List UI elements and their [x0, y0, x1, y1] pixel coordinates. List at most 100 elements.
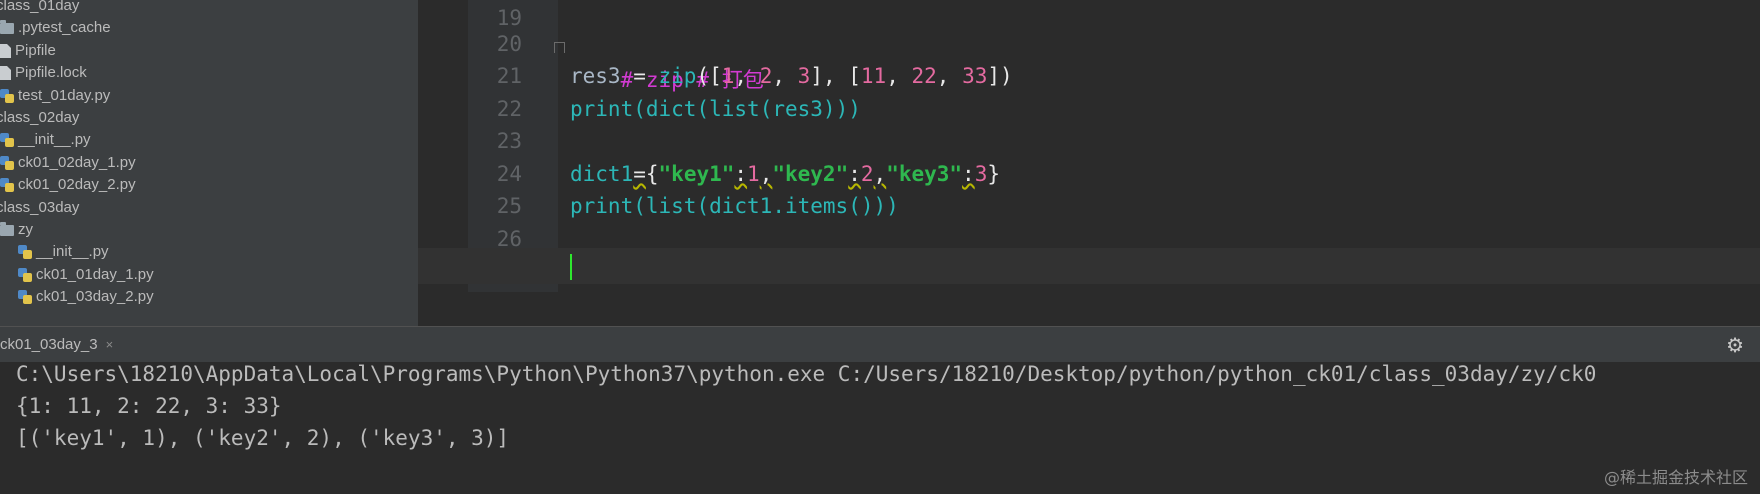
tok-var: dict1 [570, 162, 634, 186]
run-tab-label: ck01_03day_3 [0, 336, 98, 353]
line-number: 21 [496, 64, 522, 88]
python-file-icon [0, 178, 14, 193]
gear-icon[interactable]: ⚙ [1726, 333, 1744, 357]
tok-punc: : [734, 162, 748, 186]
tok-var: res3 [772, 97, 823, 121]
file-icon [0, 66, 11, 81]
tok-num: 1 [721, 64, 735, 88]
tok-str: "key2" [772, 162, 849, 186]
line-number: 22 [496, 97, 522, 121]
tok-punc: , [886, 64, 912, 88]
code-line-20[interactable]: # zip # 打包 [570, 26, 764, 92]
tok-num: 2 [860, 162, 874, 186]
tree-item[interactable]: .pytest_cache [0, 15, 111, 40]
tok-punc: ], [ [810, 64, 861, 88]
tok-str: "key3" [886, 162, 963, 186]
tree-item-label: ck01_02day_1.py [18, 153, 136, 171]
tree-item[interactable]: ck01_03day_2.py [18, 284, 154, 309]
code-line-25[interactable]: print(list(dict1.items())) [570, 188, 899, 224]
line-number: 24 [496, 162, 522, 186]
tok-num: 3 [974, 162, 988, 186]
tok-num: 3 [797, 64, 811, 88]
python-file-icon [18, 290, 32, 305]
tok-punc: : [962, 162, 975, 186]
watermark: @稀土掘金技术社区 [1603, 468, 1748, 487]
tree-item-label: __init__.py [36, 243, 109, 261]
tree-item-label: ck01_03day_2.py [36, 288, 154, 306]
console-line: {1: 11, 2: 22, 3: 33} [16, 394, 282, 418]
tok-num: 33 [962, 64, 988, 88]
fold-marker-icon[interactable] [554, 42, 565, 53]
console-line: C:\Users\18210\AppData\Local\Programs\Py… [16, 362, 1597, 386]
tree-item[interactable]: __init__.py [18, 239, 109, 264]
tree-item-label: ck01_01day_1.py [36, 265, 154, 283]
tok-punc: ]) [987, 64, 1013, 88]
tok-punc: , [772, 64, 798, 88]
line-number: 25 [496, 194, 522, 218]
text-caret [570, 254, 572, 280]
folder-icon [0, 221, 14, 236]
tok-punc: } [987, 162, 1001, 186]
tree-item[interactable]: class_03day [0, 195, 79, 220]
tok-fn: list [645, 194, 697, 218]
tree-item-label: zy [18, 221, 33, 238]
tree-item-label: class_03day [0, 198, 80, 216]
tree-item-label: Pipfile.lock [15, 64, 87, 82]
tok-punc: ( [696, 97, 710, 121]
code-line-22[interactable]: print(dict(list(res3))) [570, 91, 861, 127]
tok-op: = [633, 162, 646, 186]
tree-item-label: class_01day [0, 0, 80, 14]
tok-fn: dict [645, 97, 697, 121]
run-console[interactable]: C:\Users\18210\AppData\Local\Programs\Py… [0, 362, 1760, 494]
tok-punc: : [848, 162, 861, 186]
tree-item-label: class_02day [0, 109, 80, 126]
current-line-highlight [418, 248, 1760, 284]
line-number: 20 [496, 32, 522, 56]
tok-punc: ( [759, 97, 773, 121]
tree-item-label: .pytest_cache [18, 19, 111, 37]
tok-fn: zip [658, 64, 697, 88]
tok-punc: , [936, 64, 963, 88]
tree-item[interactable]: zy [0, 217, 33, 242]
code-line-21[interactable]: res3 = zip([1, 2, 3], [11, 22, 33]) [570, 58, 1013, 94]
close-icon[interactable]: × [106, 337, 114, 352]
tok-num: 1 [747, 162, 760, 186]
tok-fn: print [570, 194, 634, 218]
python-file-icon [0, 88, 14, 103]
code-editor[interactable]: 19 20 21 22 23 24 25 26 # zip # 打包 res3 … [418, 0, 1760, 326]
tok-num: 2 [759, 64, 773, 88]
console-line: [('key1', 1), ('key2', 2), ('key3', 3)] [16, 426, 510, 450]
tree-item[interactable]: ck01_01day_1.py [18, 262, 154, 287]
tok-fn: list [709, 97, 760, 121]
tok-punc: ( [696, 194, 710, 218]
tree-item[interactable]: Pipfile.lock [0, 60, 87, 85]
python-file-icon [0, 133, 14, 148]
tok-fn: print [570, 97, 634, 121]
tree-item[interactable]: test_01day.py [0, 83, 110, 108]
python-file-icon [0, 155, 14, 170]
python-file-icon [18, 267, 32, 282]
tok-num: 11 [860, 64, 887, 88]
line-number: 23 [496, 129, 522, 153]
tok-punc: , [759, 162, 773, 186]
tok-punc: ([ [696, 64, 722, 88]
project-tree: class_01day .pytest_cache Pipfile Pipfile.l… [0, 0, 418, 326]
tree-item[interactable]: __init__.py [0, 127, 91, 152]
folder-icon [0, 19, 14, 34]
tok-punc: , [873, 162, 887, 186]
tree-item[interactable]: class_02day [0, 105, 79, 130]
code-line-24[interactable]: dict1={"key1":1,"key2":2,"key3":3} [570, 156, 1000, 192]
tree-item-label: test_01day.py [18, 86, 111, 104]
tok-punc: , [734, 64, 760, 88]
tok-num: 22 [911, 64, 937, 88]
tok-punc: ( [633, 194, 646, 218]
tree-item[interactable]: ck01_02day_1.py [0, 150, 136, 175]
tok-var: dict1.items [709, 194, 849, 218]
python-file-icon [18, 245, 32, 260]
tok-op: = [633, 64, 659, 88]
line-number: 26 [496, 227, 522, 251]
tree-item[interactable]: Pipfile [0, 38, 56, 63]
tok-str: "key1" [658, 162, 735, 186]
tok-punc: ))) [822, 97, 861, 121]
tree-item[interactable]: ck01_02day_2.py [0, 172, 136, 197]
